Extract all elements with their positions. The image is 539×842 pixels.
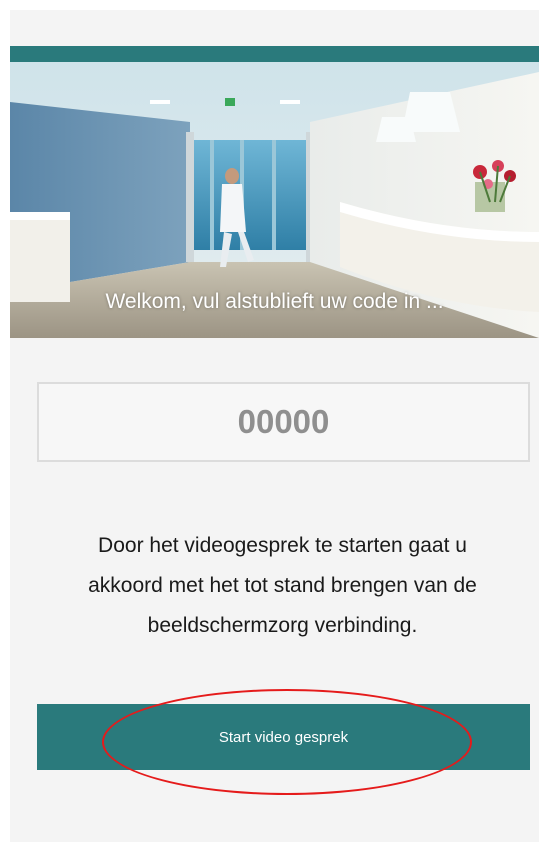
consent-line: Door het videogesprek te starten gaat u (98, 534, 467, 557)
top-accent-bar (10, 46, 539, 62)
code-input[interactable] (37, 382, 530, 462)
consent-text: Door het videogesprek te starten gaat u … (26, 526, 539, 646)
start-video-call-button[interactable]: Start video gesprek (37, 704, 530, 770)
consent-line: akkoord met het tot stand brengen van de (88, 574, 477, 597)
hero-banner: Welkom, vul alstublieft uw code in ... (10, 62, 539, 338)
welcome-caption: Welkom, vul alstublieft uw code in ... (105, 290, 444, 313)
consent-line: beeldschermzorg verbinding. (147, 614, 418, 637)
